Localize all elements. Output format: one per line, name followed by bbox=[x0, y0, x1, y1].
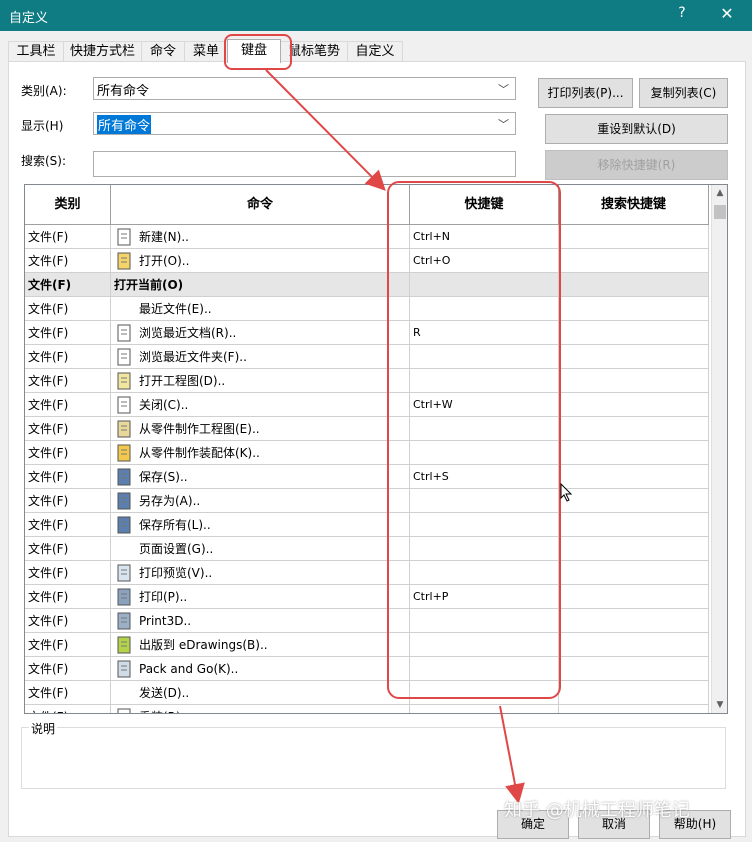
arrow-to-ok-button bbox=[499, 705, 525, 804]
arrow-to-shortcut-column bbox=[265, 69, 386, 191]
annotation-arrows bbox=[265, 69, 525, 804]
mouse-cursor-icon bbox=[560, 483, 573, 502]
tab-keyboard[interactable]: 键盘 bbox=[227, 39, 281, 63]
watermark: 知乎 @机械工程师笔记 bbox=[504, 800, 690, 821]
